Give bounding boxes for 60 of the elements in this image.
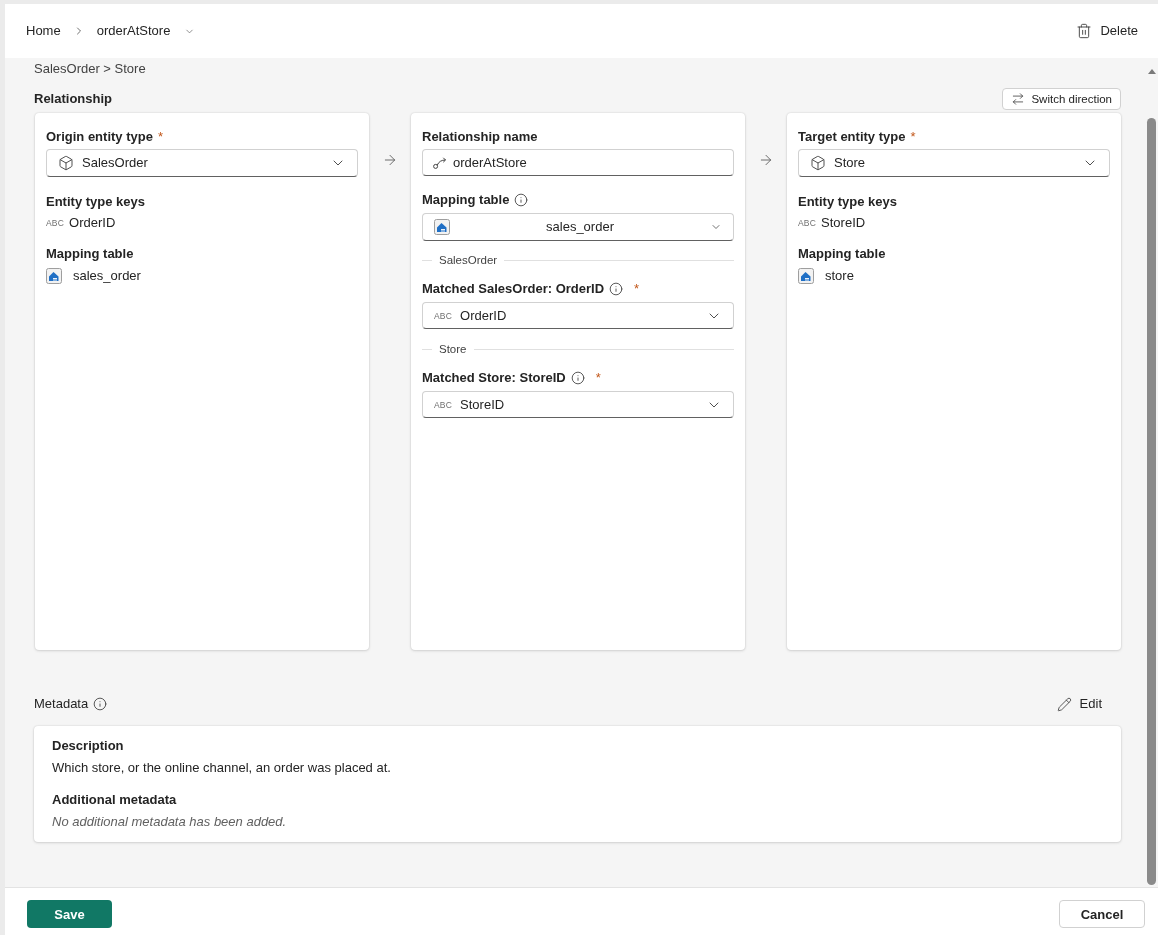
name-field[interactable]: orderAtStore (422, 149, 734, 176)
info-icon (93, 697, 108, 711)
table-name: store (825, 268, 854, 284)
save-button[interactable]: Save (27, 900, 112, 928)
field-label: Matched SalesOrder: OrderID (422, 281, 605, 297)
required-mark: * (910, 129, 916, 145)
scrollbar-thumb[interactable] (1147, 118, 1156, 885)
data-type-label: ABC (798, 218, 817, 228)
house-tile-icon (46, 268, 62, 284)
field-label: Origin entity type (46, 129, 153, 145)
metadata-label: Additional metadata (52, 792, 178, 808)
breadcrumb-link[interactable]: Home (26, 23, 61, 39)
curved-arrow-icon (433, 157, 447, 169)
required-mark: * (634, 281, 640, 297)
cube-icon (810, 155, 826, 171)
metadata-label: Description (52, 738, 125, 754)
required-mark: * (595, 370, 601, 386)
data-type-label: ABC (434, 310, 453, 321)
field-label: Relationship name (422, 129, 538, 145)
arrow-right-icon (382, 152, 398, 168)
info-icon (609, 282, 624, 296)
trash-icon (1076, 23, 1093, 39)
section-divider-label: Store (439, 342, 467, 357)
entity-path: SalesOrder > Store (34, 61, 147, 77)
field-label: Matched Store: StoreID (422, 370, 566, 386)
entity-type-dropdown[interactable]: Store (798, 149, 1110, 177)
info-icon (570, 371, 585, 385)
column-dropdown[interactable]: ABC StoreID (422, 391, 734, 418)
required-mark: * (157, 129, 163, 145)
house-tile-icon (798, 268, 814, 284)
field-label: Mapping table (46, 246, 134, 262)
metadata-value: Which store, or the online channel, an order was placed at. (52, 760, 392, 776)
scroll-up-icon[interactable] (1147, 69, 1156, 74)
edit-button[interactable]: Edit (1056, 696, 1102, 712)
switch-direction-button[interactable]: Switch direction (1002, 88, 1121, 110)
data-type-label: ABC (46, 218, 65, 228)
empty-state-text: No additional metadata has been added. (52, 814, 288, 830)
table-dropdown[interactable]: sales_order (422, 213, 734, 241)
key-name: OrderID (69, 215, 116, 231)
delete-button[interactable]: Delete (1076, 23, 1138, 39)
field-label: Entity type keys (46, 194, 145, 210)
entity-type-dropdown[interactable]: SalesOrder (46, 149, 358, 177)
house-tile-icon (434, 219, 450, 235)
data-type-label: ABC (434, 399, 453, 410)
field-label: Mapping table (422, 192, 510, 208)
column-dropdown[interactable]: ABC OrderID (422, 302, 734, 329)
field-label: Target entity type (798, 129, 906, 145)
cancel-button[interactable]: Cancel (1059, 900, 1145, 928)
section-title: Relationship (34, 91, 112, 107)
table-name: sales_order (73, 268, 141, 284)
swap-arrows-icon (1011, 92, 1026, 106)
cube-icon (58, 155, 74, 171)
section-title: Metadata (34, 696, 89, 712)
field-label: Entity type keys (798, 194, 897, 210)
pencil-icon (1056, 696, 1072, 712)
key-name: StoreID (821, 215, 866, 231)
field-label: Mapping table (798, 246, 886, 262)
section-divider-label: SalesOrder (439, 253, 498, 268)
info-icon (514, 193, 529, 207)
breadcrumb-menu[interactable]: orderAtStore (96, 23, 196, 39)
